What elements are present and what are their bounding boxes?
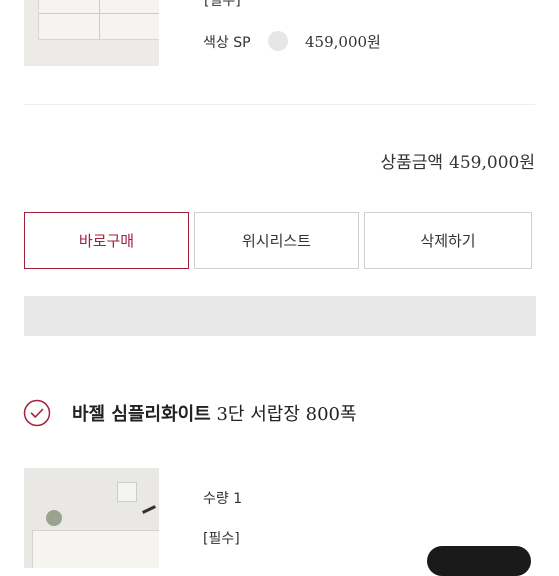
- product-thumbnail[interactable]: [24, 468, 159, 568]
- dresser-top: [32, 530, 159, 568]
- divider: [24, 104, 535, 105]
- check-circle-icon[interactable]: [23, 399, 51, 427]
- delete-button[interactable]: 삭제하기: [364, 212, 532, 269]
- buy-now-button[interactable]: 바로구매: [24, 212, 189, 269]
- color-swatch[interactable]: [268, 31, 288, 51]
- product-title[interactable]: 바젤 심플리화이트 3단 서랍장 800폭: [72, 400, 357, 426]
- product-name: 3단 서랍장 800폭: [216, 404, 357, 425]
- total-amount: 459,000원: [449, 153, 535, 173]
- total-price: 상품금액 459,000원: [380, 148, 535, 173]
- option-label: 색상 SP: [203, 35, 251, 51]
- product-brand: 바젤 심플리화이트: [72, 404, 211, 425]
- lamp: [142, 505, 156, 514]
- wall-frame: [117, 482, 137, 502]
- plant: [46, 510, 62, 526]
- required-tag: [필수]: [204, 0, 241, 9]
- quantity-label: 수량 1: [203, 491, 243, 507]
- required-tag-2: [필수]: [203, 531, 240, 547]
- section-separator: [24, 296, 536, 336]
- wishlist-button[interactable]: 위시리스트: [194, 212, 359, 269]
- product-thumbnail-top[interactable]: [24, 0, 159, 66]
- floating-action-button[interactable]: [427, 546, 531, 576]
- option-price: 459,000원: [305, 33, 381, 51]
- dresser-illustration: [38, 0, 159, 40]
- total-label: 상품금액: [380, 153, 444, 173]
